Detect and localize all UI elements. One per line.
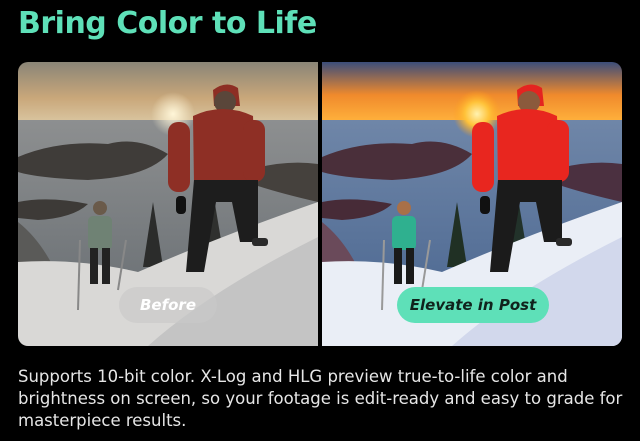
page-title: Bring Color to Life [18,6,317,41]
feature-description: Supports 10-bit color. X-Log and HLG pre… [18,367,623,430]
before-label: Before [119,287,217,323]
after-label: Elevate in Post [397,287,549,323]
before-image-panel: Before [18,62,318,346]
after-image-panel: Elevate in Post [322,62,622,346]
